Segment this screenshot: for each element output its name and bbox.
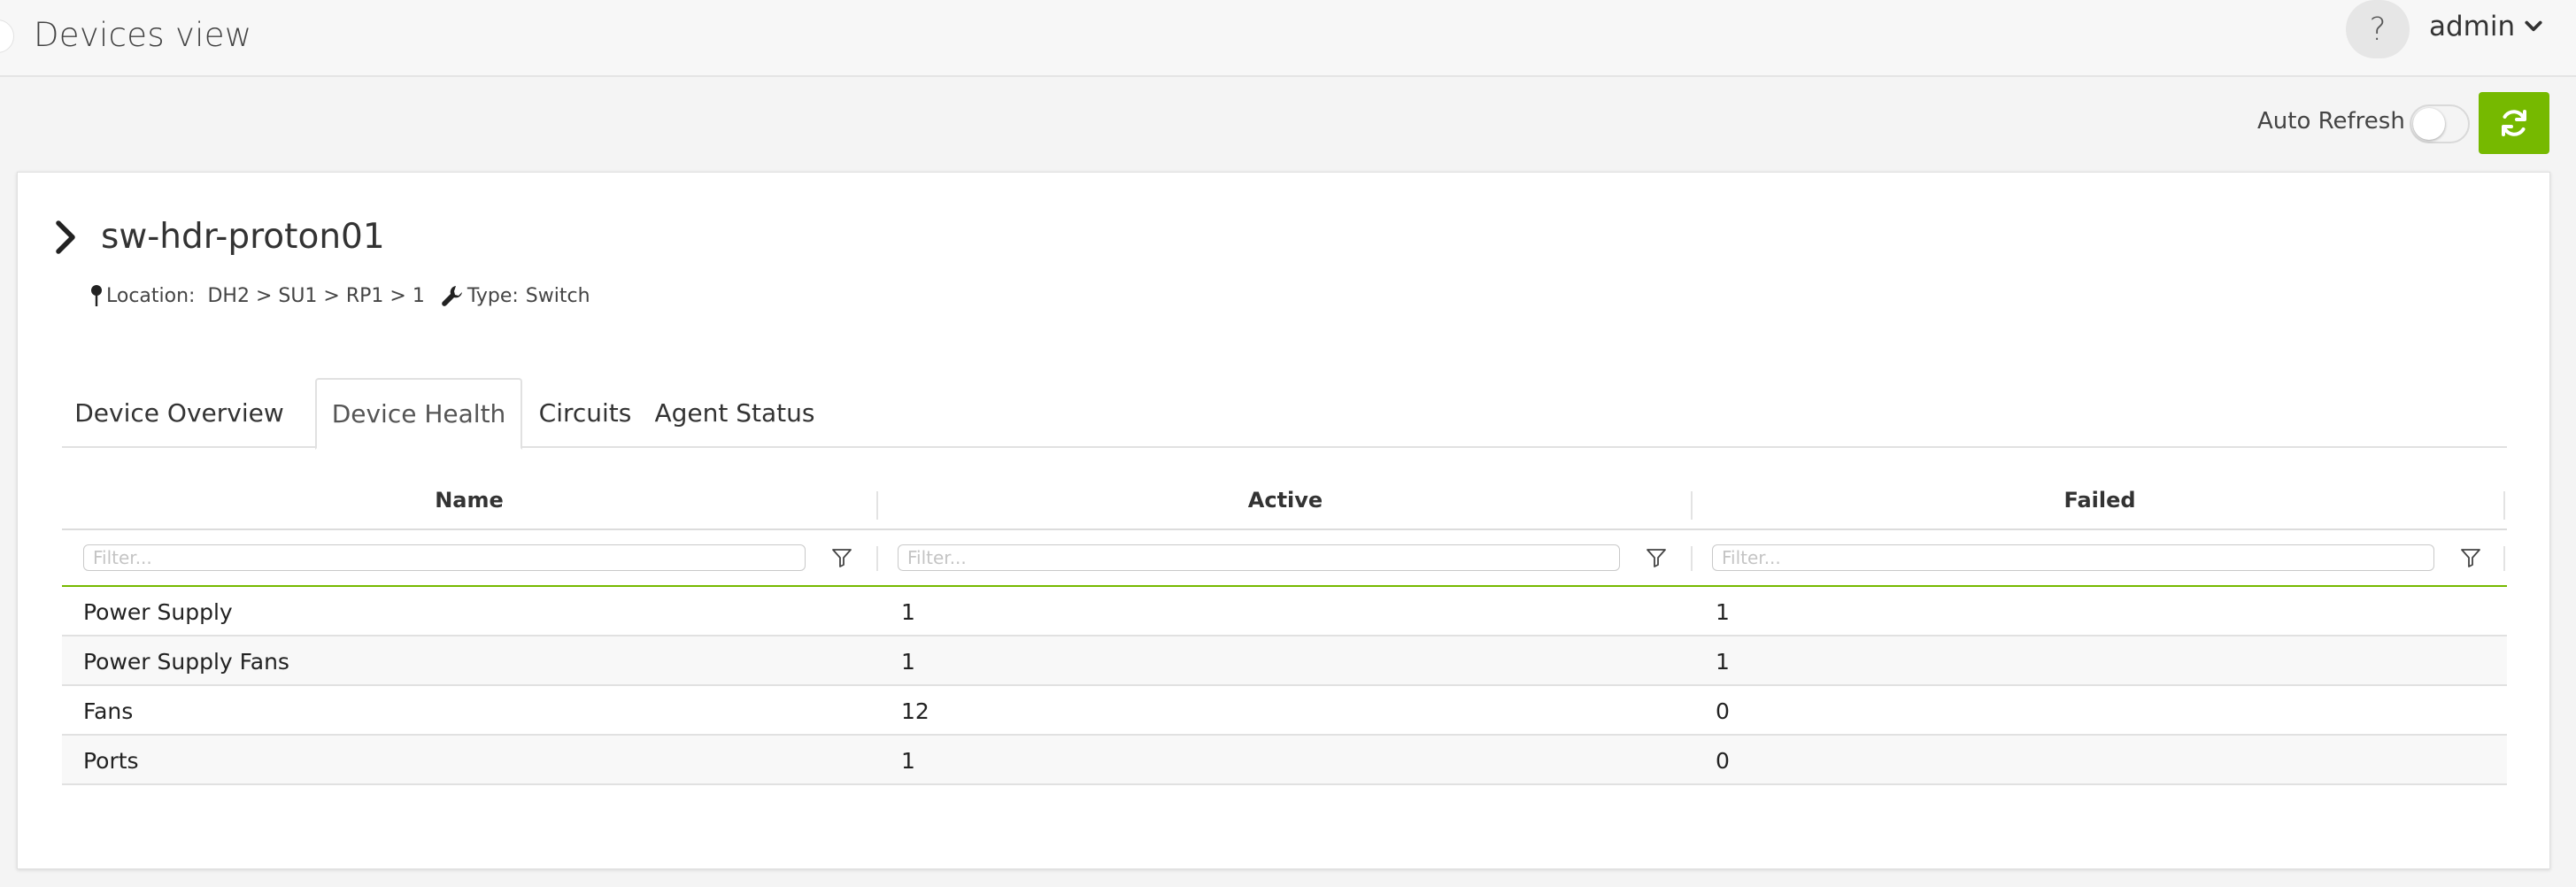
refresh-button[interactable] (2479, 92, 2549, 154)
auto-refresh-label: Auto Refresh (2257, 108, 2405, 135)
device-health-table: Name Active Failed Filter... Filter... F… (62, 470, 2507, 785)
location-value: DH2 > SU1 > RP1 > 1 (207, 284, 425, 307)
cell-failed: 1 (1716, 598, 1730, 625)
chevron-down-icon (2525, 20, 2542, 32)
top-header: Devices view ? admin (0, 0, 2576, 77)
cell-name: Power Supply Fans (83, 648, 289, 675)
tab-circuits[interactable]: Circuits (528, 378, 643, 448)
type-value: Switch (525, 284, 590, 307)
tab-device-overview[interactable]: Device Overview (62, 378, 297, 448)
column-header-failed[interactable]: Failed (1693, 470, 2507, 530)
tab-agent-status[interactable]: Agent Status (646, 378, 823, 448)
help-label: ? (2369, 11, 2387, 48)
wrench-icon (442, 286, 462, 306)
cell-name: Fans (83, 698, 134, 724)
column-resizer[interactable] (2503, 491, 2505, 520)
cell-failed: 1 (1716, 648, 1730, 675)
device-name: sw-hdr-proton01 (101, 217, 385, 257)
cell-name: Ports (83, 747, 139, 774)
filter-row (62, 530, 2507, 587)
cell-active: 1 (901, 598, 915, 625)
column-label: Name (435, 488, 504, 513)
chevron-right-icon[interactable] (53, 220, 80, 255)
table-row[interactable]: Power Supply 1 1 (62, 587, 2507, 636)
cell-failed: 0 (1716, 747, 1730, 774)
column-divider (2503, 546, 2505, 571)
tab-label: Agent Status (654, 398, 815, 428)
cell-active: 1 (901, 747, 915, 774)
cell-failed: 0 (1716, 698, 1730, 724)
tab-label: Device Overview (74, 398, 284, 428)
name-filter-input[interactable] (83, 544, 806, 571)
user-menu[interactable]: admin (2429, 9, 2543, 44)
device-tabs: Device Overview Device Health Circuits A… (62, 378, 2507, 450)
column-label: Failed (2063, 488, 2136, 513)
cell-active: 12 (901, 698, 929, 724)
filter-icon[interactable] (830, 546, 853, 569)
column-header-name[interactable]: Name (62, 470, 876, 530)
cell-name: Power Supply (83, 598, 233, 625)
refresh-icon (2502, 110, 2526, 136)
device-meta: Location: DH2 > SU1 > RP1 > 1 Type: Swit… (90, 284, 590, 307)
toggle-knob (2413, 108, 2445, 140)
page-title: Devices view (34, 16, 252, 54)
map-pin-icon (91, 285, 102, 306)
table-row[interactable]: Power Supply Fans 1 1 (62, 636, 2507, 686)
auto-refresh-toggle[interactable] (2410, 104, 2470, 143)
column-label: Active (1247, 488, 1323, 513)
column-divider (1691, 546, 1693, 571)
user-name: admin (2429, 11, 2516, 42)
type-label: Type: (467, 284, 519, 307)
failed-filter-input[interactable] (1712, 544, 2434, 571)
tab-label: Device Health (331, 399, 506, 428)
device-card: sw-hdr-proton01 Location: DH2 > SU1 > RP… (17, 172, 2550, 869)
active-filter-input[interactable] (898, 544, 1620, 571)
table-header: Name Active Failed (62, 470, 2507, 530)
tab-device-health[interactable]: Device Health (315, 378, 522, 450)
filter-icon[interactable] (2459, 546, 2482, 569)
table-row[interactable]: Fans 12 0 (62, 686, 2507, 736)
location-label: Location: (106, 284, 196, 307)
column-divider (876, 546, 878, 571)
column-header-active[interactable]: Active (878, 470, 1693, 530)
sidebar-toggle[interactable] (0, 19, 14, 53)
table-row[interactable]: Ports 1 0 (62, 736, 2507, 785)
device-header: sw-hdr-proton01 (53, 217, 385, 257)
help-button[interactable]: ? (2346, 0, 2410, 58)
cell-active: 1 (901, 648, 915, 675)
tab-label: Circuits (538, 398, 632, 428)
filter-icon[interactable] (1645, 546, 1668, 569)
